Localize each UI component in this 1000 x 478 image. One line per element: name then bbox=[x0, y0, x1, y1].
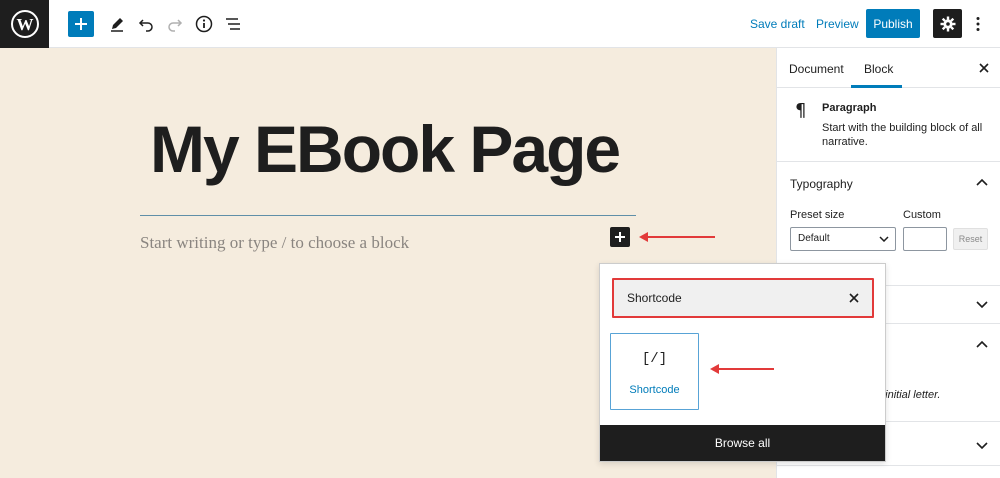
publish-button[interactable]: Publish bbox=[866, 9, 920, 38]
save-draft-button[interactable]: Save draft bbox=[750, 17, 805, 31]
annotation-arrow-icon bbox=[710, 364, 774, 374]
list-view-icon[interactable] bbox=[221, 12, 245, 36]
paragraph-icon: ¶ bbox=[795, 100, 807, 121]
close-icon[interactable] bbox=[846, 290, 862, 306]
info-icon[interactable] bbox=[192, 12, 216, 36]
paragraph-placeholder[interactable]: Start writing or type / to choose a bloc… bbox=[140, 233, 409, 253]
block-search-input[interactable] bbox=[616, 282, 844, 314]
undo-icon[interactable] bbox=[134, 12, 158, 36]
chevron-down-icon bbox=[879, 236, 889, 242]
preview-button[interactable]: Preview bbox=[816, 17, 859, 31]
more-vertical-icon[interactable] bbox=[968, 12, 988, 36]
post-title[interactable]: My EBook Page bbox=[150, 111, 621, 187]
shortcode-block-item[interactable]: [/] Shortcode bbox=[610, 333, 699, 410]
preset-size-select[interactable]: Default bbox=[790, 227, 896, 251]
top-toolbar: W Save draft Preview Publish bbox=[0, 0, 1000, 48]
add-block-button[interactable] bbox=[68, 11, 94, 37]
reset-button[interactable]: Reset bbox=[953, 228, 988, 250]
block-card-title: Paragraph bbox=[822, 102, 877, 114]
search-highlight-box bbox=[612, 278, 874, 318]
sidebar-tabs: Document Block bbox=[777, 48, 1000, 88]
chevron-down-icon[interactable] bbox=[976, 442, 988, 450]
block-inserter-popover: [/] Shortcode Browse all bbox=[599, 263, 886, 462]
annotation-arrow-icon bbox=[639, 232, 715, 242]
chevron-up-icon[interactable] bbox=[976, 340, 988, 348]
block-item-label: Shortcode bbox=[629, 384, 680, 396]
svg-text:W: W bbox=[16, 15, 33, 34]
browse-all-button[interactable]: Browse all bbox=[600, 425, 885, 461]
wordpress-logo-icon[interactable]: W bbox=[0, 0, 49, 48]
block-focus-line bbox=[140, 215, 636, 216]
custom-size-label: Custom bbox=[903, 209, 941, 221]
shortcode-icon: [/] bbox=[641, 351, 668, 367]
tab-block[interactable]: Block bbox=[864, 62, 893, 76]
preset-size-value: Default bbox=[798, 233, 830, 244]
tab-document[interactable]: Document bbox=[789, 62, 844, 76]
close-icon[interactable] bbox=[977, 61, 991, 75]
custom-size-input[interactable] bbox=[903, 227, 947, 251]
chevron-down-icon[interactable] bbox=[976, 301, 988, 309]
typography-title[interactable]: Typography bbox=[790, 177, 853, 191]
block-card-description: Start with the building block of all nar… bbox=[822, 122, 983, 148]
settings-gear-icon[interactable] bbox=[933, 9, 962, 38]
redo-icon[interactable] bbox=[163, 12, 187, 36]
preset-size-label: Preset size bbox=[790, 209, 845, 221]
pencil-icon[interactable] bbox=[105, 12, 129, 36]
inline-add-block-button[interactable] bbox=[610, 227, 630, 247]
chevron-up-icon[interactable] bbox=[976, 178, 988, 186]
